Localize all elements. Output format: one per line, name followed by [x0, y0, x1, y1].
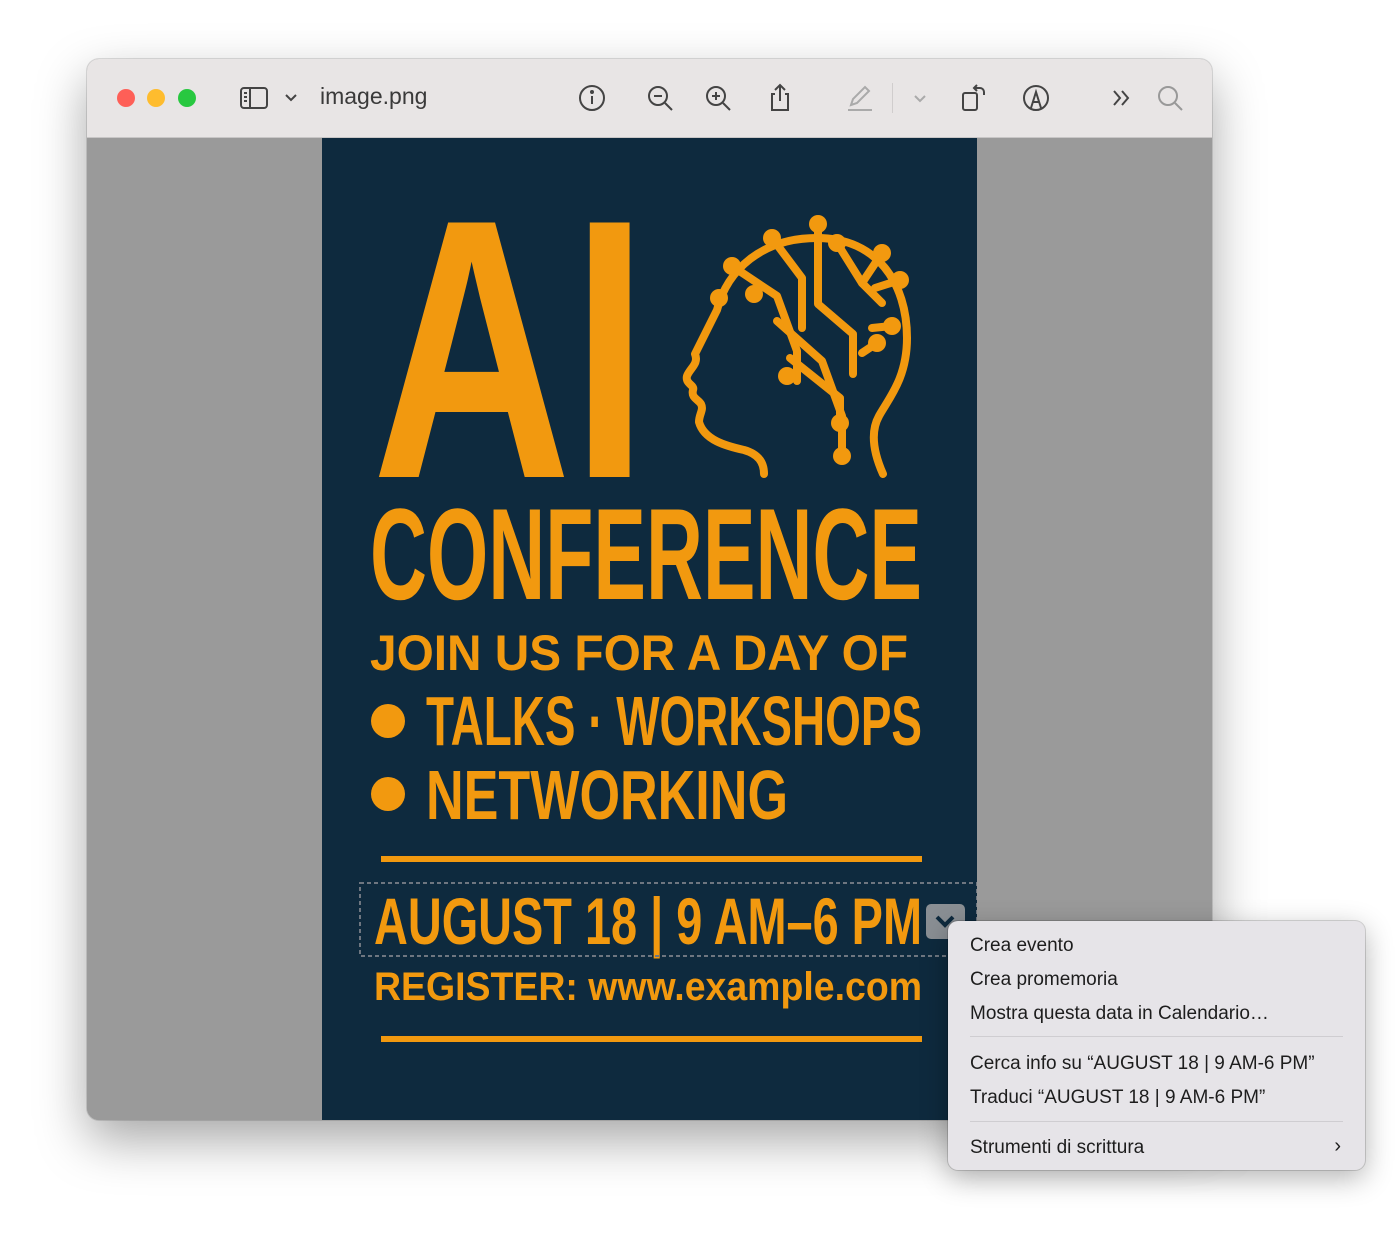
divider-line	[381, 1036, 922, 1042]
bullet-icon	[371, 777, 405, 811]
poster-line2: NETWORKING	[426, 756, 788, 834]
search-icon[interactable]	[1153, 81, 1187, 115]
share-icon[interactable]	[763, 81, 797, 115]
poster-subtitle: CONFERENCE	[370, 481, 922, 627]
markup-pen-icon[interactable]	[843, 81, 877, 115]
zoom-button[interactable]	[178, 89, 196, 107]
menu-item-create-event[interactable]: Crea evento	[970, 935, 1074, 957]
menu-item-writing-tools[interactable]: Strumenti di scrittura	[970, 1137, 1343, 1159]
zoom-out-icon[interactable]	[643, 81, 677, 115]
close-button[interactable]	[117, 89, 135, 107]
rotate-icon[interactable]	[957, 81, 991, 115]
menu-separator	[970, 1036, 1343, 1037]
chevron-down-icon[interactable]	[903, 81, 926, 115]
context-menu: Crea evento Crea promemoria Mostra quest…	[948, 921, 1365, 1170]
menu-item-translate[interactable]: Traduci “AUGUST 18 | 9 AM-6 PM”	[970, 1087, 1265, 1109]
zoom-in-icon[interactable]	[701, 81, 735, 115]
menu-separator	[970, 1121, 1343, 1122]
poster-image: AI CONFERENCE JOIN US FOR A DAY OF TALKS…	[322, 138, 977, 1120]
more-icon[interactable]	[1105, 81, 1139, 115]
toolbar-divider	[892, 83, 893, 113]
menu-item-label: Strumenti di scrittura	[970, 1137, 1145, 1158]
poster-register: REGISTER: www.example.com	[374, 965, 922, 1009]
chevron-down-icon[interactable]	[274, 81, 297, 115]
poster-line1: TALKS · WORKSHOPS	[426, 682, 922, 760]
circuit-nodes	[710, 215, 909, 465]
minimize-button[interactable]	[147, 89, 165, 107]
bullet-icon	[371, 704, 405, 738]
toolbar: image.png	[87, 59, 1212, 138]
menu-item-create-reminder[interactable]: Crea promemoria	[970, 969, 1118, 991]
menu-item-look-up[interactable]: Cerca info su “AUGUST 18 | 9 AM-6 PM”	[970, 1053, 1315, 1075]
poster-tagline: JOIN US FOR A DAY OF	[370, 625, 908, 681]
menu-item-show-in-calendar[interactable]: Mostra questa data in Calendario…	[970, 1003, 1269, 1025]
info-icon[interactable]	[575, 81, 609, 115]
chevron-right-icon: ›	[1334, 1135, 1341, 1157]
poster-date: AUGUST 18 | 9 AM–6 PM	[374, 884, 922, 960]
sidebar-icon[interactable]	[237, 81, 271, 115]
window-title: image.png	[320, 83, 428, 109]
divider-line	[381, 856, 922, 862]
annotate-icon[interactable]	[1019, 81, 1053, 115]
